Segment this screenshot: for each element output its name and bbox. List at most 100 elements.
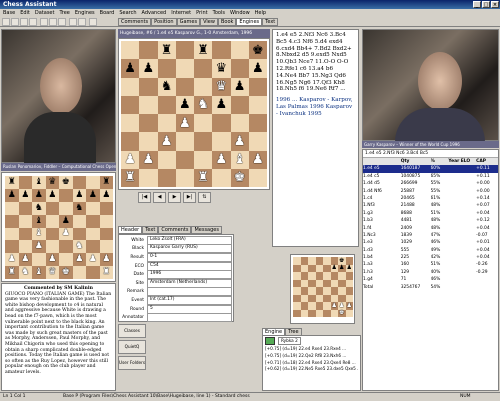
header-tab-messages[interactable]: Messages: [191, 226, 222, 234]
chess-piece[interactable]: ♜: [102, 268, 110, 277]
new-icon[interactable]: [2, 18, 10, 26]
board-square[interactable]: ♚: [230, 168, 249, 187]
header-tab-header[interactable]: Header: [118, 226, 143, 234]
board-square[interactable]: [330, 287, 338, 295]
board-square[interactable]: [5, 201, 19, 215]
board-square[interactable]: [315, 264, 323, 272]
board-square[interactable]: [308, 294, 316, 302]
board-square[interactable]: ♛: [45, 266, 59, 279]
board-square[interactable]: ♜: [5, 266, 19, 279]
board-square[interactable]: ♟: [248, 59, 267, 78]
first-move-button[interactable]: |◀: [138, 192, 151, 203]
board-square[interactable]: [330, 294, 338, 302]
board-square[interactable]: [248, 77, 267, 96]
board-square[interactable]: [59, 201, 73, 215]
board-square[interactable]: [330, 309, 338, 317]
board-square[interactable]: ♟: [121, 59, 140, 78]
board-square[interactable]: ♟: [99, 253, 113, 267]
side-button-quietq[interactable]: QuietQ: [118, 340, 146, 354]
board-square[interactable]: [86, 176, 100, 189]
chess-piece[interactable]: ♟: [62, 216, 70, 226]
board-square[interactable]: ♛: [212, 77, 231, 96]
board-square[interactable]: [308, 309, 316, 317]
board-square[interactable]: [175, 168, 194, 187]
board-square[interactable]: [293, 264, 301, 272]
tree-row[interactable]: 1.g3 8688 51% +0.04: [363, 210, 498, 217]
board-square[interactable]: [18, 176, 32, 189]
board-square[interactable]: [121, 114, 140, 133]
board-square[interactable]: [45, 201, 59, 215]
tab-comments[interactable]: Comments: [118, 18, 152, 26]
board-square[interactable]: [121, 77, 140, 96]
tree-row[interactable]: 1.b4 225 42% +0.04: [363, 254, 498, 261]
board-square[interactable]: ♞: [157, 77, 176, 96]
close-button[interactable]: ×: [491, 1, 499, 8]
small-chess-board[interactable]: ♜ ♝ ♛ ♚ ♜ ♟ ♟ ♟ ♟ ♟ ♟ ♟ ♞ ♞ ♝ ♟ ♝ ♟ ♟ ♞ ♟ ♟ ♟ ♟ ♟ ♟ ♜ ♞ ♝ ♛ ♚ ♜: [5, 176, 113, 279]
board-square[interactable]: [99, 227, 113, 241]
board-square[interactable]: [139, 41, 158, 60]
chess-piece[interactable]: ♝: [35, 216, 43, 226]
board-square[interactable]: ♟: [330, 264, 338, 272]
chess-piece[interactable]: ♚: [339, 310, 344, 316]
chess-piece[interactable]: ♚: [339, 257, 344, 264]
board-square[interactable]: ♛: [45, 176, 59, 189]
board-square[interactable]: [99, 201, 113, 215]
board-square[interactable]: ♟: [345, 264, 353, 272]
print-icon[interactable]: [29, 18, 37, 26]
board-square[interactable]: ♞: [72, 240, 86, 254]
board-square[interactable]: [72, 214, 86, 228]
board-square[interactable]: ♟: [59, 227, 73, 241]
menu-engines[interactable]: Engines: [75, 9, 95, 17]
chess-piece[interactable]: ♜: [8, 177, 16, 187]
board-square[interactable]: [175, 150, 194, 169]
board-square[interactable]: [18, 201, 32, 215]
board-square[interactable]: [293, 302, 301, 310]
tab-text[interactable]: Text: [262, 18, 279, 26]
chess-piece[interactable]: ♛: [48, 268, 56, 277]
chess-piece[interactable]: ♚: [252, 44, 264, 57]
board-square[interactable]: [157, 95, 176, 114]
chess-piece[interactable]: ♚: [62, 177, 70, 187]
tree-row[interactable]: Total 3254767 54%: [363, 284, 498, 291]
chess-piece[interactable]: ♛: [48, 177, 56, 187]
save-icon[interactable]: [20, 18, 28, 26]
chess-piece[interactable]: ♛: [216, 80, 228, 93]
chess-piece[interactable]: ♟: [62, 229, 70, 238]
tree-row[interactable]: 1.h3 129 40% -0.29: [363, 269, 498, 276]
chess-piece[interactable]: ♟: [339, 265, 344, 271]
tree-row[interactable]: 1.e4 e5 1640187 60% +0.11: [363, 165, 498, 173]
tree-row[interactable]: 1.d4 d5 266699 55% +0.00: [363, 180, 498, 187]
tree-column-header[interactable]: CAP: [476, 158, 498, 165]
board-square[interactable]: [157, 59, 176, 78]
board-square[interactable]: [308, 287, 316, 295]
board-square[interactable]: [300, 302, 308, 310]
chess-piece[interactable]: ♝: [234, 153, 246, 166]
menu-window[interactable]: Window: [230, 9, 250, 17]
chess-piece[interactable]: ♟: [143, 62, 155, 75]
chess-piece[interactable]: ♝: [35, 229, 43, 238]
menu-advanced[interactable]: Advanced: [142, 9, 167, 17]
search-icon[interactable]: [40, 18, 48, 26]
chess-piece[interactable]: ♟: [35, 190, 43, 200]
tab-games[interactable]: Games: [176, 18, 201, 26]
tree-row[interactable]: 1.Nc3 1839 47% -0.07: [363, 232, 498, 239]
board-square[interactable]: [293, 272, 301, 280]
menu-search[interactable]: Search: [119, 9, 136, 17]
chess-piece[interactable]: ♟: [347, 265, 352, 271]
board-square[interactable]: [293, 279, 301, 287]
chess-piece[interactable]: ♟: [102, 190, 110, 200]
board-icon[interactable]: [49, 18, 57, 26]
maximize-button[interactable]: □: [482, 1, 490, 8]
menu-base[interactable]: Base: [3, 9, 15, 17]
board-square[interactable]: [345, 309, 353, 317]
chess-piece[interactable]: ♟: [75, 190, 83, 200]
board-square[interactable]: [230, 114, 249, 133]
board-square[interactable]: [45, 240, 59, 254]
header-tab-text[interactable]: Text: [142, 226, 159, 234]
chess-piece[interactable]: ♟: [234, 135, 246, 148]
board-square[interactable]: [248, 168, 267, 187]
board-square[interactable]: [230, 59, 249, 78]
board-square[interactable]: [308, 279, 316, 287]
board-square[interactable]: [5, 240, 19, 254]
tree-row[interactable]: 1.d4 Nf6 25887 55% +0.00: [363, 188, 498, 195]
